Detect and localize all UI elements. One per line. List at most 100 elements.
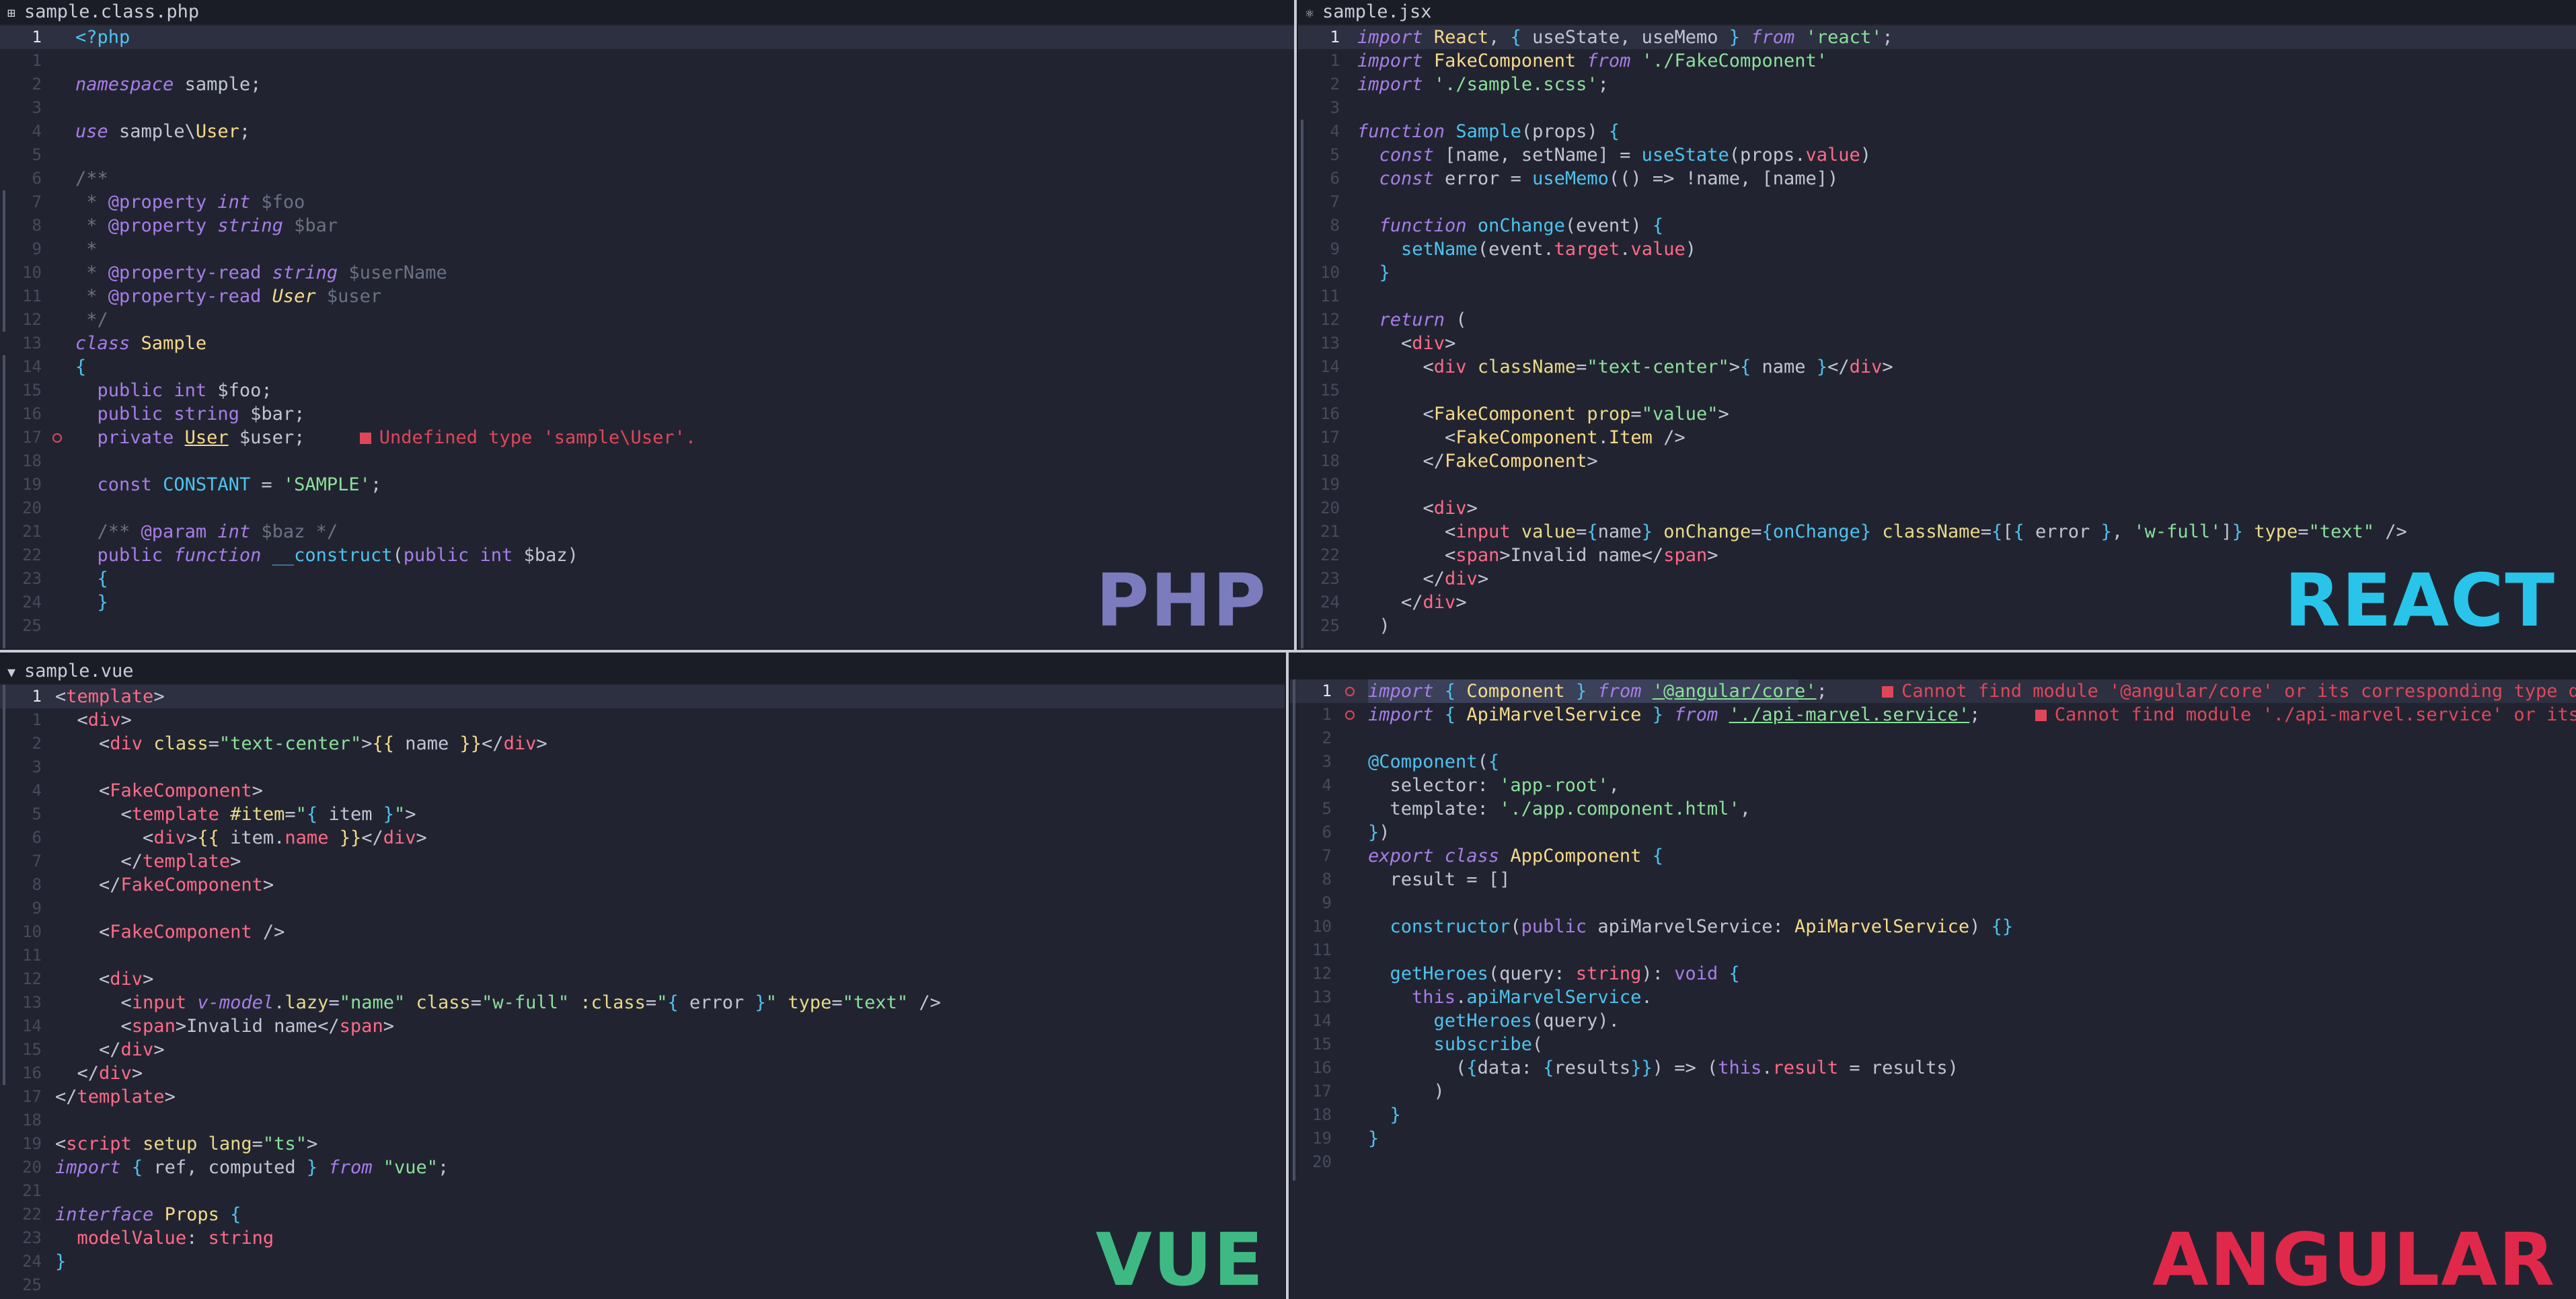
line-number: 10: [1320, 263, 1340, 282]
line-number: 5: [1330, 145, 1340, 164]
line-number: 24: [22, 593, 42, 611]
line-number: 4: [1330, 122, 1340, 141]
line-number: 18: [1312, 1105, 1332, 1124]
line-number: 16: [22, 404, 42, 423]
code-editor[interactable]: import { Component } from '@angular/core…: [1368, 679, 2576, 1299]
code-line: *: [75, 239, 98, 260]
code-line: <script setup lang="ts">: [55, 1134, 318, 1154]
line-number: 19: [1320, 475, 1340, 494]
line-number: 25: [22, 1275, 42, 1294]
code-editor[interactable]: <template> <div> <div class="text-center…: [55, 685, 1285, 1299]
line-number: 12: [1312, 964, 1332, 983]
code-line: * @property-read User $user: [75, 286, 382, 307]
code-line: /**: [75, 168, 108, 189]
line-number: 22: [1320, 546, 1340, 564]
editor-pane-react[interactable]: ⚛ sample.jsx 1 1 2 3 4 5 6 7 8 9 10 11 12 13 14 15 16 17 18…: [1298, 0, 2576, 648]
code-line: public function __construct(public int $…: [97, 545, 578, 566]
react-file-icon: ⚛: [1305, 5, 1314, 21]
line-number: 20: [22, 1158, 42, 1177]
code-editor[interactable]: <?php namespace sample; use sample\User;…: [75, 26, 1294, 648]
line-number: 22: [22, 546, 42, 564]
diagnostic-message: Cannot find module '@angular/core' or it…: [1901, 681, 2576, 702]
line-number: 12: [22, 310, 42, 329]
line-number: 1: [1322, 705, 1332, 724]
code-line: const CONSTANT = 'SAMPLE';: [97, 474, 382, 495]
line-number: 20: [1320, 498, 1340, 517]
line-number: 24: [1320, 593, 1340, 611]
code-line: </div>: [1357, 592, 1467, 613]
line-number: 1: [32, 28, 42, 46]
code-line: </div>: [55, 1063, 143, 1084]
code-line: template: './app.component.html',: [1368, 799, 1751, 819]
line-number: 10: [22, 263, 42, 282]
line-number: 17: [1312, 1082, 1332, 1101]
code-line: {: [97, 568, 108, 589]
line-number: 8: [1322, 870, 1332, 889]
tab-title: sample.class.php: [24, 1, 200, 22]
line-number: 14: [1320, 357, 1340, 376]
line-number-gutter: 1 1 2 3 4 5 6 7 8 9 10 11 12 13 14 15 16 17 18 19 20 21 22 23 24…: [1298, 26, 2576, 648]
line-number: 18: [22, 1111, 42, 1129]
line-number: 15: [1312, 1035, 1332, 1053]
line-number: 16: [1312, 1058, 1332, 1077]
line-number: 18: [22, 451, 42, 470]
code-line: import { Component } from '@angular/core…: [1368, 679, 2576, 703]
code-line: <?php: [75, 27, 130, 48]
diagnostic-message: Undefined type 'sample\User'.: [379, 427, 697, 448]
pane-divider-vertical[interactable]: [1286, 653, 1289, 1299]
line-number: 15: [22, 1040, 42, 1059]
code-line: ): [1368, 1081, 1445, 1102]
editor-pane-vue[interactable]: ▼ sample.vue 1 1 2 3 4 5 6 7 8 9 10 11 12 13 14 15 16 17 18…: [0, 659, 1285, 1299]
code-line: {: [75, 357, 87, 377]
line-number: 14: [1312, 1011, 1332, 1030]
pane-divider-vertical[interactable]: [1294, 0, 1297, 650]
code-line: <FakeComponent />: [55, 922, 285, 942]
line-number: 1: [1330, 28, 1340, 46]
line-number: 11: [1320, 287, 1340, 305]
line-number: 5: [32, 145, 42, 164]
line-number: 2: [32, 734, 42, 753]
line-number: 18: [1320, 451, 1340, 470]
code-line: <div class="text-center">{{ name }}</div…: [55, 733, 547, 754]
code-line: constructor(public apiMarvelService: Api…: [1390, 916, 2014, 937]
language-logo-react: REACT: [2284, 559, 2556, 643]
code-line: </FakeComponent>: [1357, 451, 1598, 472]
tab-sample-jsx[interactable]: ⚛ sample.jsx: [1298, 0, 2576, 24]
tab-sample-vue[interactable]: ▼ sample.vue: [0, 659, 1285, 683]
line-number: 21: [22, 1181, 42, 1200]
code-line: private User $user; Undefined type 'samp…: [97, 427, 697, 448]
tab-title: sample.vue: [24, 661, 134, 681]
line-number: 25: [1320, 616, 1340, 635]
code-line: <FakeComponent.Item />: [1357, 427, 1685, 448]
line-number: 6: [1322, 823, 1332, 842]
code-line: }: [55, 1251, 67, 1272]
line-number-gutter: 1 1 2 3 4 5 6 7 8 9 10 11 12 13 14 15 16 17 18 19 20: [1290, 679, 2576, 1299]
code-line: import React, { useState, useMemo } from…: [1357, 27, 1893, 48]
code-line: export class AppComponent {: [1368, 846, 1663, 866]
editor-pane-php[interactable]: ⊞ sample.class.php 1 1 2 3 4 5 6 7 8 9 10 11 12 13 14 15…: [0, 0, 1294, 648]
code-line: <div>: [1357, 498, 1478, 519]
line-number: 23: [1320, 569, 1340, 588]
tab-sample-class-php[interactable]: ⊞ sample.class.php: [0, 0, 1294, 24]
line-number: 7: [1330, 192, 1340, 211]
line-number: 4: [1322, 776, 1332, 794]
code-line: * @property string $bar: [75, 215, 338, 236]
error-marker-icon: [2035, 710, 2047, 721]
line-number: 12: [1320, 310, 1340, 329]
code-line: <div>{{ item.name }}</div>: [55, 827, 427, 848]
line-number: 12: [22, 969, 42, 988]
line-number: 17: [1320, 428, 1340, 447]
code-editor[interactable]: import React, { useState, useMemo } from…: [1357, 26, 2576, 648]
code-line: }: [1368, 1128, 1379, 1149]
file-icon: ⊞: [7, 5, 16, 21]
line-number: 4: [32, 781, 42, 800]
editor-pane-angular[interactable]: 1 1 2 3 4 5 6 7 8 9 10 11 12 13 14 15 16 17 18 19 20 import …: [1290, 679, 2576, 1299]
line-number: 1: [32, 51, 42, 70]
vue-file-icon: ▼: [7, 664, 16, 680]
code-line: <div>: [55, 710, 132, 731]
error-indicator-icon: [52, 433, 62, 443]
code-line: import { ref, computed } from "vue";: [55, 1157, 449, 1178]
line-number: 9: [32, 899, 42, 918]
code-line: /** @param int $baz */: [97, 521, 338, 542]
error-indicator-icon: [1345, 710, 1355, 720]
